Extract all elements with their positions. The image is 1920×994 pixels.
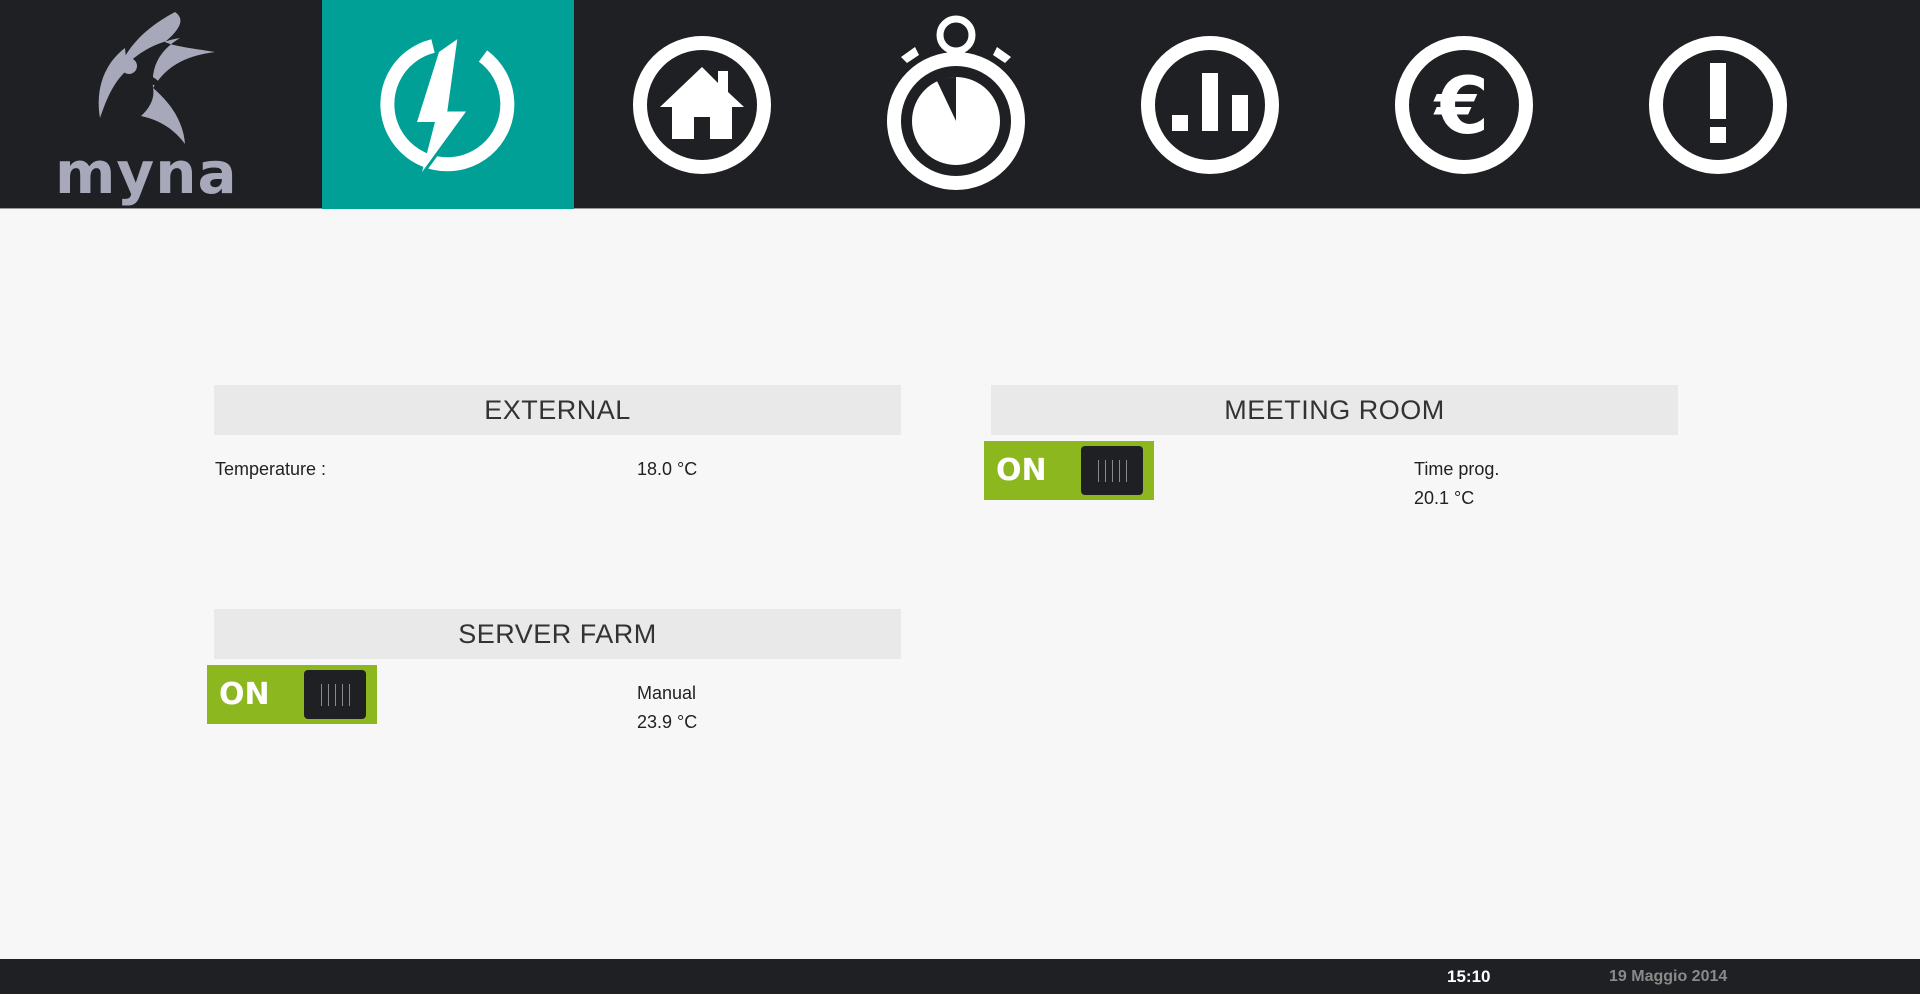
stopwatch-icon <box>887 15 1025 190</box>
toggle-state-label: ON <box>219 677 270 712</box>
myna-logo: myna <box>0 0 322 209</box>
meeting-room-temperature: 20.1 °C <box>1414 488 1475 508</box>
alert-icon <box>1649 35 1787 174</box>
logo-text: myna <box>55 139 238 207</box>
server-farm-power-toggle[interactable]: ON <box>207 665 377 724</box>
toggle-knob[interactable] <box>1081 446 1143 495</box>
external-panel-title: EXTERNAL <box>214 385 901 435</box>
power-bolt-icon <box>380 37 515 177</box>
server-farm-temperature: 23.9 °C <box>637 712 698 732</box>
toggle-knob[interactable] <box>304 670 366 719</box>
top-nav-bar: myna € <box>0 0 1920 209</box>
meeting-room-power-toggle[interactable]: ON <box>984 441 1154 500</box>
svg-text:€: € <box>1433 62 1489 152</box>
external-temperature-label: Temperature : <box>215 459 327 479</box>
nav-item-home[interactable] <box>576 0 828 209</box>
euro-icon: € <box>1395 35 1533 174</box>
home-icon <box>633 35 771 174</box>
nav-item-energy[interactable] <box>322 0 574 209</box>
nav-item-statistics[interactable] <box>1084 0 1336 209</box>
bird-logo-icon <box>98 12 215 144</box>
bar-chart-icon <box>1141 35 1279 174</box>
meeting-room-mode: Time prog. <box>1414 459 1500 479</box>
external-temperature-value: 18.0 °C <box>637 459 698 479</box>
clock-time: 15:10 <box>1447 967 1491 986</box>
server-farm-mode: Manual <box>637 683 697 703</box>
toggle-state-label: ON <box>996 453 1047 488</box>
nav-item-timer[interactable] <box>830 0 1082 209</box>
server-farm-panel-title: SERVER FARM <box>214 609 901 659</box>
clock-date: 19 Maggio 2014 <box>1609 968 1728 985</box>
nav-item-costs[interactable]: € <box>1338 0 1590 209</box>
nav-item-alerts[interactable] <box>1592 0 1844 209</box>
status-bar: 15:10 19 Maggio 2014 <box>0 959 1920 994</box>
meeting-room-panel-title: MEETING ROOM <box>991 385 1678 435</box>
